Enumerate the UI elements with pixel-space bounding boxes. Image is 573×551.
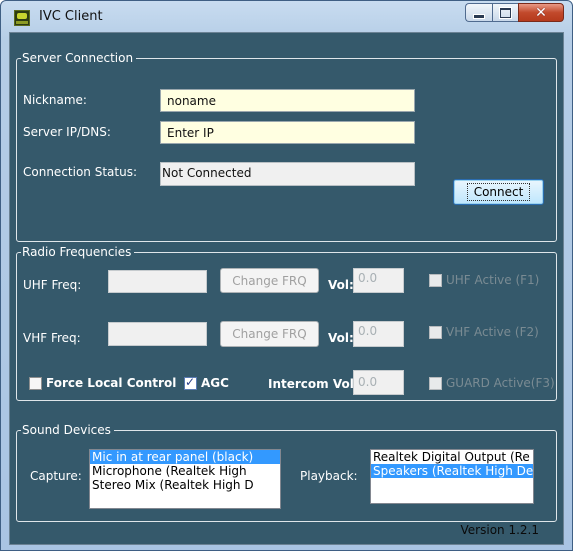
agc-label: AGC <box>201 376 229 390</box>
server-connection-group: Server Connection Nickname: noname Serve… <box>16 50 557 242</box>
sound-devices-group: Sound Devices Capture: Mic in at rear pa… <box>16 422 557 522</box>
app-window: IVC Client ✕ Server Connection Nickname:… <box>0 0 573 551</box>
playback-listbox[interactable]: Realtek Digital Output (Re Speakers (Rea… <box>370 449 534 504</box>
intercom-vol-input[interactable]: 0.0 <box>353 370 404 395</box>
connect-button[interactable]: Connect <box>453 179 544 205</box>
vhf-vol-label: Vol: <box>328 331 354 345</box>
version-label: Version 1.2.1 <box>460 523 539 537</box>
guard-active-checkbox[interactable] <box>429 377 442 390</box>
client-area: Server Connection Nickname: noname Serve… <box>9 32 564 545</box>
vhf-active-checkbox[interactable] <box>429 326 442 339</box>
server-connection-legend: Server Connection <box>21 50 137 66</box>
uhf-active-label: UHF Active (F1) <box>446 273 540 287</box>
capture-listbox[interactable]: Mic in at rear panel (black) Microphone … <box>89 449 281 509</box>
uhf-freq-input[interactable] <box>108 270 207 293</box>
sound-devices-legend: Sound Devices <box>21 422 114 438</box>
caption-buttons: ✕ <box>465 3 564 23</box>
uhf-vol-input[interactable]: 0.0 <box>353 268 404 293</box>
maximize-icon <box>500 7 511 18</box>
minimize-button[interactable] <box>465 3 492 22</box>
nickname-label: Nickname: <box>23 93 87 107</box>
intercom-vol-label: Intercom Vol: <box>268 377 359 391</box>
nickname-input[interactable]: noname <box>160 89 415 112</box>
guard-active-label: GUARD Active(F3) <box>446 376 555 390</box>
agc-checkbox[interactable] <box>184 375 197 390</box>
vhf-change-frq-button[interactable]: Change FRQ <box>220 321 319 347</box>
close-icon: ✕ <box>535 4 547 21</box>
radio-frequencies-legend: Radio Frequencies <box>21 244 135 260</box>
server-ip-label: Server IP/DNS: <box>23 125 111 139</box>
app-icon <box>14 10 30 26</box>
vhf-vol-input[interactable]: 0.0 <box>353 321 404 347</box>
connection-status-value: Not Connected <box>160 162 415 186</box>
vhf-active-label: VHF Active (F2) <box>446 325 539 339</box>
capture-item[interactable]: Microphone (Realtek High <box>90 464 280 478</box>
uhf-change-frq-button[interactable]: Change FRQ <box>220 268 319 293</box>
uhf-active-checkbox[interactable] <box>429 274 442 287</box>
maximize-button[interactable] <box>492 3 518 22</box>
capture-label: Capture: <box>30 469 82 483</box>
playback-item-selected[interactable]: Speakers (Realtek High De <box>371 464 533 478</box>
vhf-freq-input[interactable] <box>108 322 207 346</box>
title-bar[interactable]: IVC Client ✕ <box>1 1 572 35</box>
uhf-freq-label: UHF Freq: <box>23 278 82 292</box>
uhf-vol-label: Vol: <box>328 278 354 292</box>
minimize-icon <box>473 14 485 19</box>
connect-button-label: Connect <box>466 183 531 201</box>
capture-item-selected[interactable]: Mic in at rear panel (black) <box>90 450 280 464</box>
playback-item[interactable]: Realtek Digital Output (Re <box>371 450 533 464</box>
radio-frequencies-group: Radio Frequencies UHF Freq: Change FRQ V… <box>16 244 557 401</box>
server-ip-input[interactable]: Enter IP <box>160 121 415 144</box>
capture-item[interactable]: Stereo Mix (Realtek High D <box>90 478 280 492</box>
close-button[interactable]: ✕ <box>518 3 564 22</box>
window-title: IVC Client <box>39 9 103 24</box>
connection-status-label: Connection Status: <box>23 165 137 179</box>
playback-label: Playback: <box>300 469 358 483</box>
force-local-control-label: Force Local Control <box>46 376 177 390</box>
force-local-control-checkbox[interactable] <box>29 377 42 390</box>
vhf-freq-label: VHF Freq: <box>23 331 81 345</box>
